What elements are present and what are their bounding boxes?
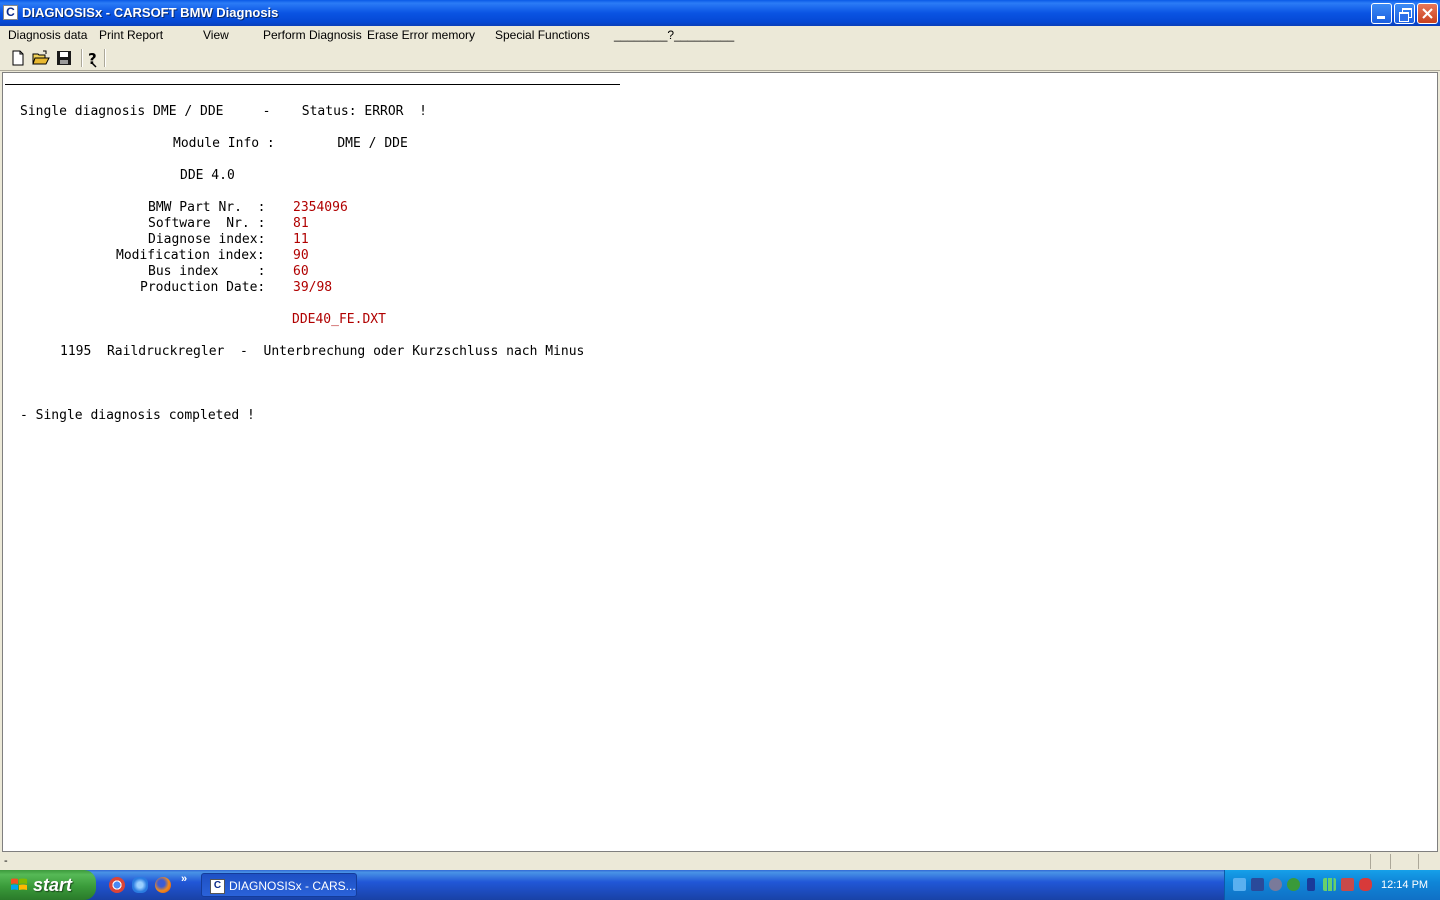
status-pane bbox=[1390, 854, 1417, 869]
minimize-button[interactable] bbox=[1371, 3, 1392, 24]
menu-perform-diagnosis[interactable]: Perform Diagnosis bbox=[263, 28, 362, 43]
module-info: Module Info : DME / DDE bbox=[173, 136, 408, 151]
status-text: - bbox=[4, 855, 8, 867]
menu-view[interactable]: View bbox=[203, 28, 229, 43]
data-file-name: DDE40_FE.DXT bbox=[292, 312, 386, 327]
close-button[interactable] bbox=[1417, 3, 1438, 24]
module-version: DDE 4.0 bbox=[180, 168, 235, 183]
save-button[interactable] bbox=[54, 48, 74, 68]
field-value: 39/98 bbox=[293, 280, 333, 295]
alert-tray-icon[interactable] bbox=[1341, 878, 1354, 891]
help-question-icon: ? bbox=[88, 50, 97, 68]
network-icon[interactable] bbox=[1233, 878, 1246, 891]
field-value: 90 bbox=[293, 248, 309, 263]
close-icon bbox=[1422, 8, 1433, 19]
security-tray-icon[interactable] bbox=[1287, 878, 1300, 891]
open-folder-button[interactable] bbox=[31, 48, 51, 68]
field-label: BMW Part Nr. : bbox=[148, 200, 266, 215]
display-icon[interactable] bbox=[1251, 878, 1264, 891]
antivirus-icon[interactable] bbox=[1359, 878, 1372, 891]
app-icon[interactable]: C bbox=[3, 5, 18, 20]
status-bar: - bbox=[0, 852, 1440, 870]
menu-erase-error-memory[interactable]: Erase Error memory bbox=[367, 28, 475, 43]
field-label: Production Date: bbox=[140, 280, 266, 295]
help-button[interactable]: ? bbox=[83, 48, 103, 68]
app-icon: C bbox=[210, 879, 225, 894]
header-rule bbox=[5, 84, 620, 85]
chrome-icon[interactable] bbox=[109, 877, 125, 893]
new-document-icon bbox=[12, 50, 24, 66]
clock: 12:14 PM bbox=[1381, 879, 1429, 891]
title-bar[interactable]: C DIAGNOSISx - CARSOFT BMW Diagnosis bbox=[0, 0, 1440, 26]
app-tray-icon[interactable] bbox=[1269, 878, 1282, 891]
system-tray: 12:14 PM bbox=[1224, 870, 1440, 900]
windows-logo-icon bbox=[11, 878, 27, 890]
quick-launch-more-button[interactable]: » bbox=[181, 873, 187, 885]
field-value: 60 bbox=[293, 264, 309, 279]
field-label: Bus index : bbox=[148, 264, 266, 279]
battery-icon[interactable] bbox=[1307, 878, 1315, 891]
report-header: Single diagnosis DME / DDE - Status: ERR… bbox=[20, 104, 427, 119]
menu-diagnosis-data[interactable]: Diagnosis data bbox=[8, 28, 87, 43]
menu-print-report[interactable]: Print Report bbox=[99, 28, 163, 43]
start-button[interactable]: start bbox=[0, 870, 96, 900]
new-document-button[interactable] bbox=[8, 48, 28, 68]
status-pane bbox=[1370, 854, 1389, 869]
svg-text:?: ? bbox=[88, 50, 97, 68]
start-label: start bbox=[33, 875, 73, 895]
field-value: 81 bbox=[293, 216, 309, 231]
field-value: 2354096 bbox=[293, 200, 348, 215]
firefox-icon[interactable] bbox=[155, 877, 171, 893]
field-value: 11 bbox=[293, 232, 309, 247]
completion-message: - Single diagnosis completed ! bbox=[20, 408, 255, 423]
toolbar-separator bbox=[104, 49, 106, 67]
internet-explorer-icon[interactable] bbox=[132, 877, 148, 893]
field-label: Diagnose index: bbox=[148, 232, 266, 247]
menu-bar: Diagnosis data Print Report View Perform… bbox=[0, 26, 1440, 45]
report-area[interactable]: Single diagnosis DME / DDE - Status: ERR… bbox=[2, 72, 1438, 852]
field-label: Software Nr. : bbox=[148, 216, 266, 231]
taskbar: start » C DIAGNOSISx - CARS... 12:14 PM bbox=[0, 870, 1440, 900]
restore-button[interactable] bbox=[1394, 3, 1415, 24]
error-code-line: 1195 Raildruckregler - Unterbrechung ode… bbox=[60, 344, 585, 359]
field-label: Modification index: bbox=[116, 248, 265, 263]
toolbar: ? bbox=[0, 45, 1440, 71]
taskbar-window-label: DIAGNOSISx - CARS... bbox=[229, 879, 356, 893]
save-disk-icon bbox=[57, 51, 71, 65]
status-pane bbox=[1418, 854, 1439, 869]
menu-help[interactable]: ________?_________ bbox=[614, 28, 734, 43]
window-title: DIAGNOSISx - CARSOFT BMW Diagnosis bbox=[22, 5, 279, 20]
menu-special-functions[interactable]: Special Functions bbox=[495, 28, 590, 43]
signal-icon[interactable] bbox=[1323, 878, 1336, 891]
minimize-icon bbox=[1377, 16, 1385, 19]
taskbar-window-button[interactable]: C DIAGNOSISx - CARS... bbox=[201, 873, 357, 897]
open-folder-icon bbox=[32, 50, 50, 65]
